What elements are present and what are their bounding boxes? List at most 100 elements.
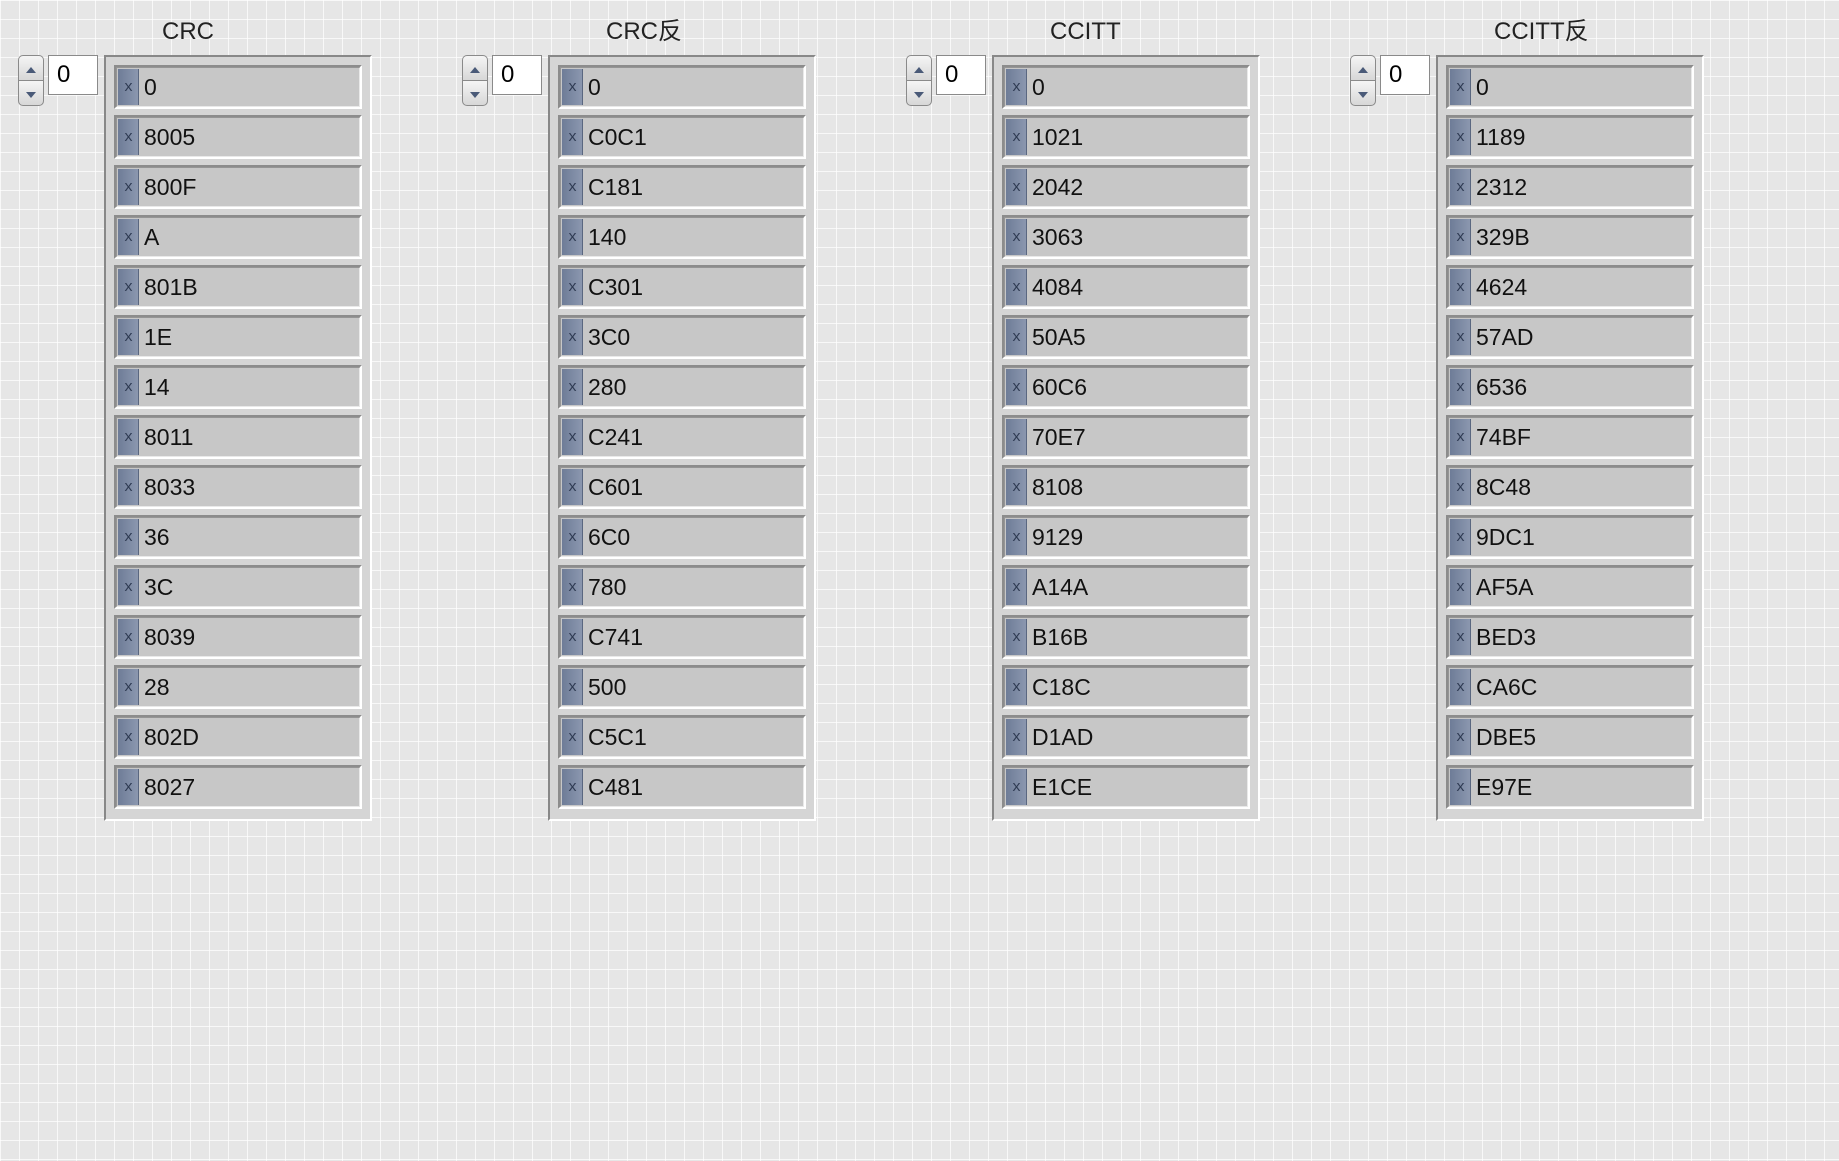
array-cell[interactable]: x36 (114, 515, 362, 559)
cell-value: C481 (588, 774, 643, 801)
array-cell[interactable]: x57AD (1446, 315, 1694, 359)
array-cell[interactable]: x0 (558, 65, 806, 109)
array-label-crc-rev: CRC反 (462, 15, 816, 49)
array-cell[interactable]: x0 (1002, 65, 1250, 109)
cell-value: 1E (144, 324, 172, 351)
array-cell[interactable]: x6536 (1446, 365, 1694, 409)
array-cell[interactable]: xC301 (558, 265, 806, 309)
array-cell[interactable]: x8011 (114, 415, 362, 459)
cell-value: AF5A (1476, 574, 1534, 601)
array-cell[interactable]: x801B (114, 265, 362, 309)
array-cell[interactable]: x1189 (1446, 115, 1694, 159)
index-spinner-crc-rev[interactable]: 0 (462, 55, 542, 95)
spinner-up-button[interactable] (18, 55, 44, 80)
spinner-up-button[interactable] (906, 55, 932, 80)
index-value[interactable]: 0 (492, 55, 542, 95)
array-cell[interactable]: xC741 (558, 615, 806, 659)
array-cell[interactable]: xCA6C (1446, 665, 1694, 709)
array-cell[interactable]: xC5C1 (558, 715, 806, 759)
array-cell[interactable]: x8108 (1002, 465, 1250, 509)
array-cell[interactable]: x9129 (1002, 515, 1250, 559)
array-cell[interactable]: xC181 (558, 165, 806, 209)
array-cell[interactable]: x50A5 (1002, 315, 1250, 359)
array-cell[interactable]: xA (114, 215, 362, 259)
hex-radix-icon: x (1450, 619, 1471, 655)
array-cell[interactable]: x28 (114, 665, 362, 709)
array-cell[interactable]: x8033 (114, 465, 362, 509)
array-cell[interactable]: x140 (558, 215, 806, 259)
array-cell[interactable]: x6C0 (558, 515, 806, 559)
hex-radix-icon: x (1006, 619, 1027, 655)
array-cell[interactable]: x780 (558, 565, 806, 609)
cell-value: C18C (1032, 674, 1091, 701)
array-cell[interactable]: xC601 (558, 465, 806, 509)
spinner-down-button[interactable] (906, 80, 932, 106)
array-cell[interactable]: x9DC1 (1446, 515, 1694, 559)
array-cell[interactable]: x802D (114, 715, 362, 759)
array-label-ccitt-rev: CCITT反 (1350, 15, 1704, 49)
index-value[interactable]: 0 (1380, 55, 1430, 95)
array-cell[interactable]: xC481 (558, 765, 806, 809)
array-cell[interactable]: xE1CE (1002, 765, 1250, 809)
array-cell[interactable]: x800F (114, 165, 362, 209)
array-cell[interactable]: xAF5A (1446, 565, 1694, 609)
cell-value: 2042 (1032, 174, 1083, 201)
array-cell[interactable]: xBED3 (1446, 615, 1694, 659)
cell-value: 780 (588, 574, 626, 601)
array-row-crc: 0 x0 x8005 x800F xA x801B x1E x14 x8011 … (18, 55, 372, 821)
spinner-down-button[interactable] (18, 80, 44, 106)
cell-value: 1021 (1032, 124, 1083, 151)
array-cell[interactable]: x1E (114, 315, 362, 359)
array-cell[interactable]: x3C0 (558, 315, 806, 359)
index-spinner-ccitt-rev[interactable]: 0 (1350, 55, 1430, 95)
array-cell[interactable]: x0 (114, 65, 362, 109)
array-cell[interactable]: x8C48 (1446, 465, 1694, 509)
array-cell[interactable]: x500 (558, 665, 806, 709)
array-cell[interactable]: x3063 (1002, 215, 1250, 259)
spinner-up-button[interactable] (1350, 55, 1376, 80)
array-cell[interactable]: xC0C1 (558, 115, 806, 159)
array-cell[interactable]: x280 (558, 365, 806, 409)
cell-value: 28 (144, 674, 170, 701)
index-value[interactable]: 0 (48, 55, 98, 95)
cell-value: D1AD (1032, 724, 1093, 751)
hex-radix-icon: x (118, 119, 139, 155)
array-cell[interactable]: x8027 (114, 765, 362, 809)
array-cell[interactable]: x1021 (1002, 115, 1250, 159)
array-cell[interactable]: x3C (114, 565, 362, 609)
array-cell[interactable]: x4624 (1446, 265, 1694, 309)
array-cell[interactable]: xA14A (1002, 565, 1250, 609)
array-cell[interactable]: x70E7 (1002, 415, 1250, 459)
array-cell[interactable]: xDBE5 (1446, 715, 1694, 759)
chevron-up-icon (913, 56, 925, 80)
array-cell[interactable]: xD1AD (1002, 715, 1250, 759)
array-cell[interactable]: xB16B (1002, 615, 1250, 659)
array-cell[interactable]: x8039 (114, 615, 362, 659)
array-cell[interactable]: x4084 (1002, 265, 1250, 309)
spinner-up-button[interactable] (462, 55, 488, 80)
index-value[interactable]: 0 (936, 55, 986, 95)
array-cell[interactable]: x60C6 (1002, 365, 1250, 409)
spinner-down-button[interactable] (462, 80, 488, 106)
array-cell[interactable]: x2042 (1002, 165, 1250, 209)
hex-radix-icon: x (118, 619, 139, 655)
array-indicator-ccitt: CCITT 0 x0 x1021 x2042 x3063 x4084 x50A5… (906, 15, 1260, 821)
array-cell[interactable]: x8005 (114, 115, 362, 159)
hex-radix-icon: x (118, 319, 139, 355)
array-cell[interactable]: xC241 (558, 415, 806, 459)
spinner-buttons (462, 55, 488, 95)
array-cell[interactable]: x2312 (1446, 165, 1694, 209)
index-spinner-crc[interactable]: 0 (18, 55, 98, 95)
spinner-buttons (906, 55, 932, 95)
cell-value: 140 (588, 224, 626, 251)
index-spinner-ccitt[interactable]: 0 (906, 55, 986, 95)
spinner-down-button[interactable] (1350, 80, 1376, 106)
array-cell[interactable]: x14 (114, 365, 362, 409)
array-cell[interactable]: x0 (1446, 65, 1694, 109)
cell-value: 1189 (1476, 124, 1525, 151)
array-cell[interactable]: x74BF (1446, 415, 1694, 459)
array-cell[interactable]: xE97E (1446, 765, 1694, 809)
cell-value: 3C0 (588, 324, 630, 351)
array-cell[interactable]: xC18C (1002, 665, 1250, 709)
array-cell[interactable]: x329B (1446, 215, 1694, 259)
